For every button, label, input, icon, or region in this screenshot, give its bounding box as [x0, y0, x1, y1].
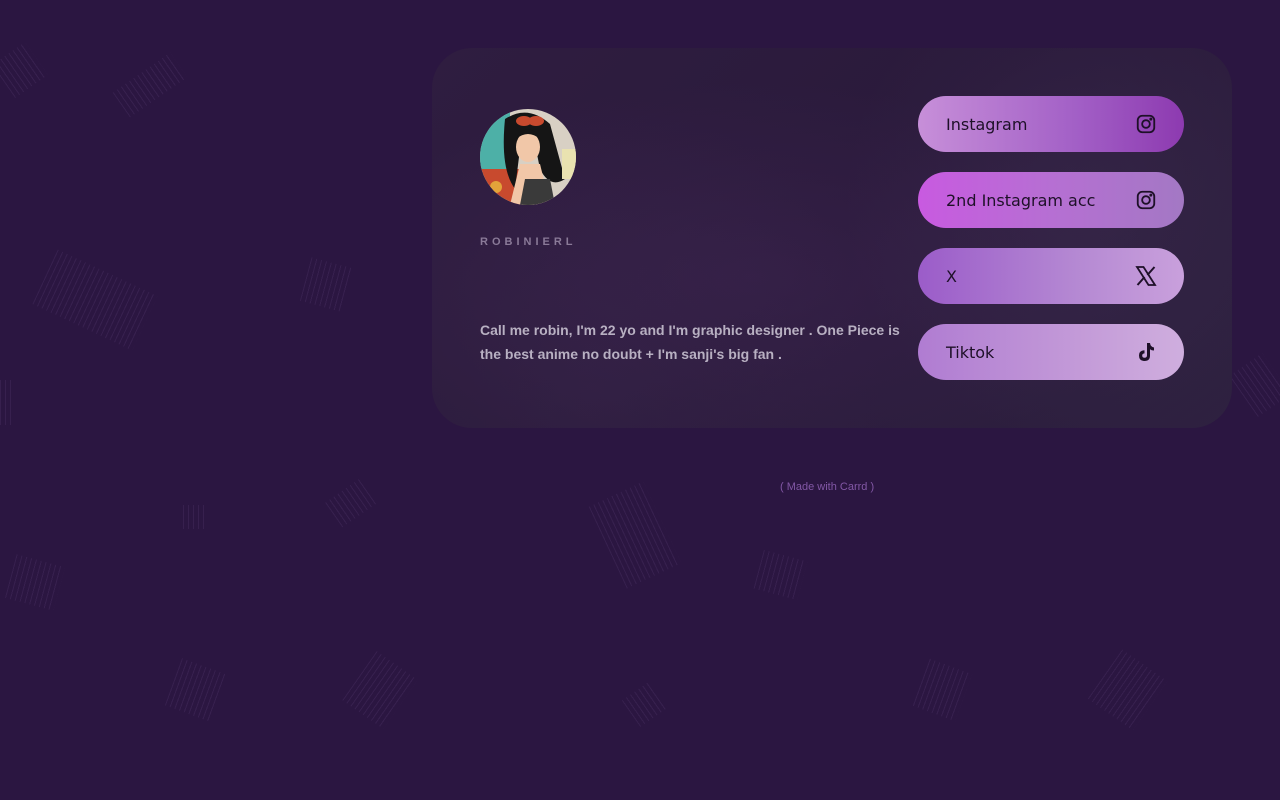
- username: ROBINIERL: [480, 236, 577, 248]
- made-with-carrd-link[interactable]: ( Made with Carrd ): [780, 481, 874, 493]
- tiktok-icon: [1134, 340, 1158, 364]
- instagram-icon: [1134, 112, 1158, 136]
- link-label: Instagram: [946, 114, 1028, 134]
- second-instagram-link-button[interactable]: 2nd Instagram acc: [918, 172, 1184, 228]
- x-link-button[interactable]: X: [918, 248, 1184, 304]
- link-label: 2nd Instagram acc: [946, 190, 1096, 210]
- profile-card: ROBINIERL Call me robin, I'm 22 yo and I…: [432, 48, 1232, 428]
- social-links: Instagram 2nd Instagram acc X Tiktok: [918, 96, 1184, 400]
- instagram-link-button[interactable]: Instagram: [918, 96, 1184, 152]
- instagram-icon: [1134, 188, 1158, 212]
- avatar: [480, 109, 576, 205]
- link-label: Tiktok: [946, 342, 995, 362]
- bio-text: Call me robin, I'm 22 yo and I'm graphic…: [480, 322, 900, 362]
- x-logo-icon: [1134, 264, 1158, 288]
- link-label: X: [946, 266, 957, 286]
- tiktok-link-button[interactable]: Tiktok: [918, 324, 1184, 380]
